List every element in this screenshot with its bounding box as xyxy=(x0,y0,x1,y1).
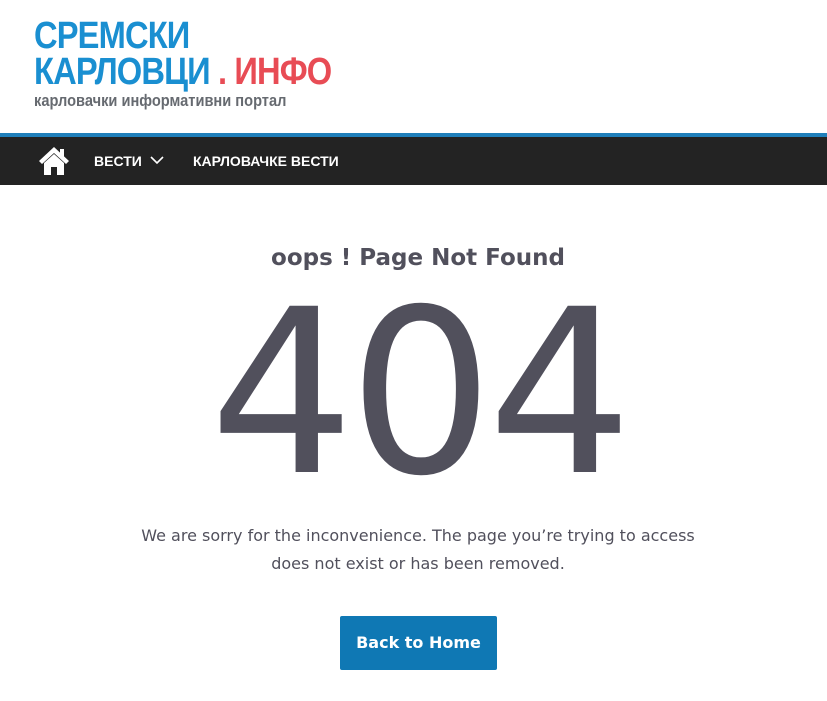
main-navigation: ВЕСТИ КАРЛОВАЧКЕ ВЕСТИ xyxy=(0,133,827,185)
error-message: We are sorry for the inconvenience. The … xyxy=(141,526,695,573)
back-to-home-button[interactable]: Back to Home xyxy=(340,616,497,670)
error-code: 404 xyxy=(209,260,632,526)
nav-item-karlovacke-vesti[interactable]: КАРЛОВАЧКЕ ВЕСТИ xyxy=(193,137,339,185)
site-tagline: карловачки информативни портал xyxy=(34,91,287,110)
logo-line-2-accent: . ИНФО xyxy=(217,51,332,93)
chevron-down-icon[interactable] xyxy=(150,156,164,165)
nav-item-vesti[interactable]: ВЕСТИ xyxy=(94,137,164,185)
nav-item-label: ВЕСТИ xyxy=(94,153,142,169)
site-header: СРЕМСКИ КАРЛОВЦИ . ИНФО карловачки инфор… xyxy=(0,0,827,133)
logo-line-1: СРЕМСКИ xyxy=(34,15,190,57)
site-logo[interactable]: СРЕМСКИ КАРЛОВЦИ . ИНФО карловачки инфор… xyxy=(34,15,380,110)
nav-item-label: КАРЛОВАЧКЕ ВЕСТИ xyxy=(193,153,339,169)
home-icon[interactable] xyxy=(38,146,70,176)
logo-line-2-main: КАРЛОВЦИ xyxy=(34,51,211,93)
logo-line-2: КАРЛОВЦИ . ИНФО xyxy=(34,51,332,93)
